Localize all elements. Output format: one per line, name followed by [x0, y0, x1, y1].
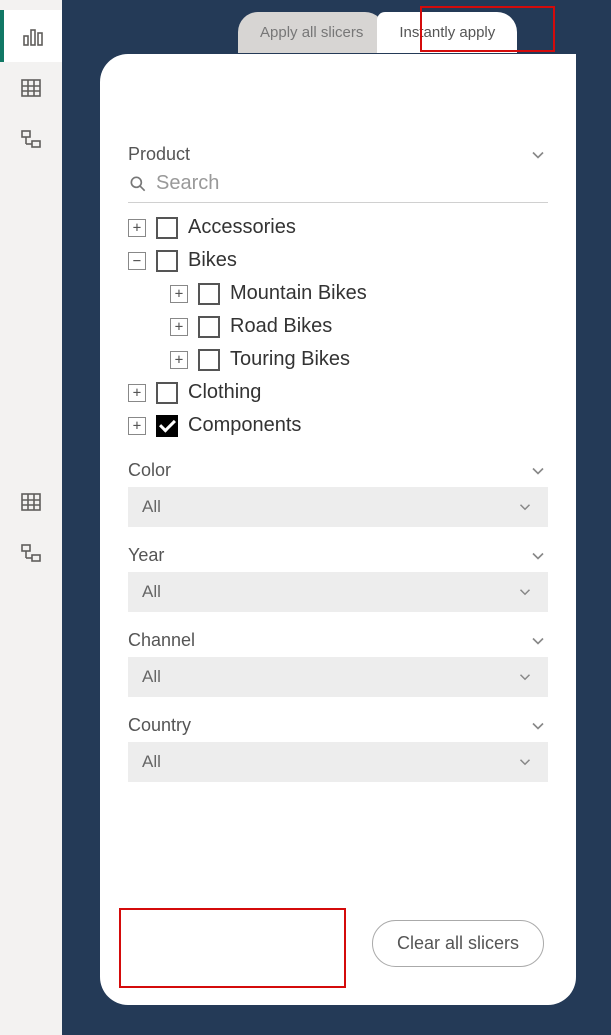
- year-slicer-header[interactable]: Year: [128, 545, 548, 566]
- expand-icon[interactable]: +: [128, 417, 146, 435]
- tree-item-touring-bikes[interactable]: + Touring Bikes: [128, 343, 548, 376]
- view-rail: [0, 0, 62, 1035]
- checkbox-touring-bikes[interactable]: [198, 349, 220, 371]
- expand-icon[interactable]: +: [170, 285, 188, 303]
- chevron-down-icon: [516, 753, 534, 771]
- expand-icon[interactable]: +: [170, 351, 188, 369]
- channel-slicer-header[interactable]: Channel: [128, 630, 548, 651]
- collapse-icon[interactable]: −: [128, 252, 146, 270]
- search-icon: [128, 174, 148, 194]
- report-view-icon[interactable]: [0, 10, 62, 62]
- year-dropdown[interactable]: All: [128, 572, 548, 612]
- country-slicer-title: Country: [128, 715, 191, 736]
- tree-item-clothing[interactable]: + Clothing: [128, 376, 548, 409]
- tree-item-mountain-bikes[interactable]: + Mountain Bikes: [128, 277, 548, 310]
- chevron-down-icon: [528, 145, 548, 165]
- color-slicer-header[interactable]: Color: [128, 460, 548, 481]
- tree-item-road-bikes[interactable]: + Road Bikes: [128, 310, 548, 343]
- checkbox-mountain-bikes[interactable]: [198, 283, 220, 305]
- tree-item-bikes[interactable]: − Bikes: [128, 244, 548, 277]
- expand-icon[interactable]: +: [128, 219, 146, 237]
- chevron-down-icon: [528, 546, 548, 566]
- product-slicer-header[interactable]: Product: [128, 144, 548, 165]
- table-view-icon-2[interactable]: [0, 476, 62, 528]
- tab-apply-all-slicers[interactable]: Apply all slicers: [238, 12, 385, 53]
- chevron-down-icon: [528, 631, 548, 651]
- chevron-down-icon: [516, 668, 534, 686]
- model-view-icon-2[interactable]: [0, 528, 62, 580]
- country-slicer-header[interactable]: Country: [128, 715, 548, 736]
- chevron-down-icon: [528, 461, 548, 481]
- channel-dropdown[interactable]: All: [128, 657, 548, 697]
- expand-icon[interactable]: +: [128, 384, 146, 402]
- tree-label: Mountain Bikes: [230, 282, 367, 305]
- tree-label: Bikes: [188, 249, 237, 272]
- checkbox-clothing[interactable]: [156, 382, 178, 404]
- table-view-icon[interactable]: [0, 62, 62, 114]
- channel-dropdown-value: All: [142, 667, 161, 687]
- tree-item-components[interactable]: + Components: [128, 409, 548, 442]
- country-slicer: Country All: [128, 715, 548, 782]
- country-dropdown-value: All: [142, 752, 161, 772]
- chevron-down-icon: [528, 716, 548, 736]
- expand-icon[interactable]: +: [170, 318, 188, 336]
- year-slicer-title: Year: [128, 545, 164, 566]
- product-search[interactable]: [128, 169, 548, 203]
- tree-label: Touring Bikes: [230, 348, 350, 371]
- checkbox-accessories[interactable]: [156, 217, 178, 239]
- color-dropdown-value: All: [142, 497, 161, 517]
- checkbox-components[interactable]: [156, 415, 178, 437]
- tree-label: Accessories: [188, 216, 296, 239]
- tab-instantly-apply[interactable]: Instantly apply: [377, 12, 517, 53]
- clear-all-slicers-button[interactable]: Clear all slicers: [372, 920, 544, 967]
- color-slicer-title: Color: [128, 460, 171, 481]
- chevron-down-icon: [516, 498, 534, 516]
- slicer-panel: Product + Accessories − Bikes + Mountain…: [100, 54, 576, 1005]
- tree-label: Clothing: [188, 381, 261, 404]
- color-dropdown[interactable]: All: [128, 487, 548, 527]
- tree-item-accessories[interactable]: + Accessories: [128, 211, 548, 244]
- channel-slicer: Channel All: [128, 630, 548, 697]
- tree-label: Road Bikes: [230, 315, 332, 338]
- channel-slicer-title: Channel: [128, 630, 195, 651]
- product-slicer-title: Product: [128, 144, 190, 165]
- color-slicer: Color All: [128, 460, 548, 527]
- slicer-mode-tabs: Apply all slicers Instantly apply: [238, 12, 517, 53]
- checkbox-bikes[interactable]: [156, 250, 178, 272]
- year-slicer: Year All: [128, 545, 548, 612]
- model-view-icon[interactable]: [0, 114, 62, 166]
- tree-label: Components: [188, 414, 301, 437]
- product-search-input[interactable]: [154, 171, 548, 196]
- chevron-down-icon: [516, 583, 534, 601]
- year-dropdown-value: All: [142, 582, 161, 602]
- checkbox-road-bikes[interactable]: [198, 316, 220, 338]
- country-dropdown[interactable]: All: [128, 742, 548, 782]
- product-tree: + Accessories − Bikes + Mountain Bikes +…: [128, 211, 548, 442]
